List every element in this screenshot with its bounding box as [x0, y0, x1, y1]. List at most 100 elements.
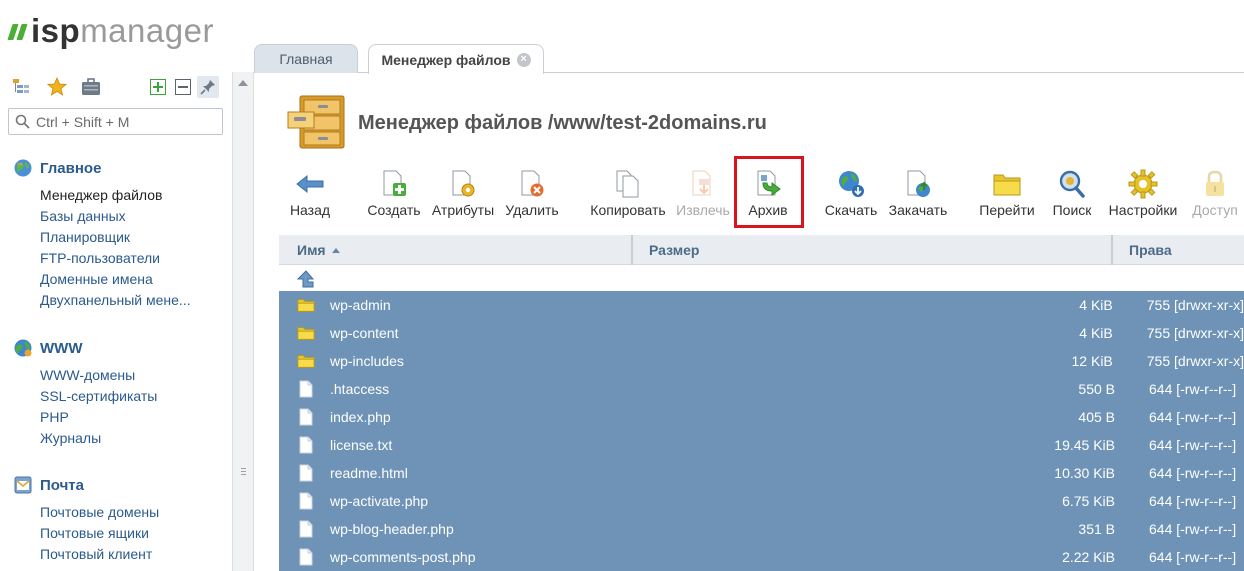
access-button[interactable]: Доступ: [1190, 168, 1240, 224]
expand-all-icon[interactable]: [147, 76, 169, 98]
upload-button[interactable]: Закачать: [888, 168, 948, 224]
nav-head-main[interactable]: Главное: [12, 157, 191, 179]
download-button[interactable]: Скачать: [824, 168, 878, 224]
copy-button[interactable]: Копировать: [590, 168, 666, 224]
file-name: .htaccess: [330, 381, 390, 397]
menu-tree-icon[interactable]: [10, 76, 32, 98]
file-permissions: 644 [-rw-r--r--]: [1149, 549, 1237, 565]
mail-icon: [12, 474, 34, 496]
tab-file-manager[interactable]: Менеджер файлов ×: [368, 44, 544, 74]
nav-item-databases[interactable]: Базы данных: [40, 206, 191, 227]
file-table: Имя Размер Права wp-admin 4 KiB 755 [drwxr…: [279, 235, 1244, 571]
nav-item-mailboxes[interactable]: Почтовые ящики: [40, 523, 159, 544]
nav-item-scheduler[interactable]: Планировщик: [40, 227, 191, 248]
upload-label: Закачать: [888, 202, 948, 218]
nav-head-mail[interactable]: Почта: [12, 474, 159, 496]
attributes-label: Атрибуты: [431, 202, 495, 218]
pin-icon[interactable]: [197, 76, 219, 98]
nav-item-file-manager[interactable]: Менеджер файлов: [40, 185, 191, 206]
collapse-all-icon[interactable]: [172, 76, 194, 98]
file-size: 550 B: [1078, 381, 1115, 397]
search-button[interactable]: Поиск: [1050, 168, 1094, 224]
sort-ascending-icon: [331, 248, 340, 253]
table-row[interactable]: wp-comments-post.php 2.22 KiB 644 [-rw-r--…: [279, 543, 1244, 571]
scroll-up-arrow-icon[interactable]: [238, 80, 248, 86]
download-globe-icon: [835, 168, 867, 200]
table-header: Имя Размер Права: [279, 235, 1244, 265]
file-name: index.php: [330, 409, 391, 425]
nav-item-www-domains[interactable]: WWW-домены: [40, 365, 157, 386]
file-permissions: 644 [-rw-r--r--]: [1149, 409, 1237, 425]
nav-head-label: WWW: [40, 339, 83, 357]
goto-button[interactable]: Перейти: [978, 168, 1036, 224]
file-icon: [297, 436, 315, 454]
nav-item-php[interactable]: PHP: [40, 407, 157, 428]
table-row[interactable]: index.php 405 B 644 [-rw-r--r--]: [279, 403, 1244, 431]
dashboard-briefcase-icon[interactable]: [80, 76, 102, 98]
file-attributes-icon: [447, 168, 479, 200]
table-row[interactable]: wp-blog-header.php 351 B 644 [-rw-r--r--]: [279, 515, 1244, 543]
column-header-name[interactable]: Имя: [279, 235, 633, 265]
create-button[interactable]: Создать: [366, 168, 422, 224]
nav-item-dual-panel-manager[interactable]: Двухпанельный мене...: [40, 290, 191, 311]
back-arrow-icon: [294, 168, 326, 200]
lock-icon: [1199, 168, 1231, 200]
folder-icon: [297, 296, 315, 314]
file-icon: [297, 520, 315, 538]
nav-head-label: Почта: [40, 476, 84, 494]
logo-text-isp: isp: [31, 11, 81, 49]
search-input[interactable]: [36, 113, 216, 130]
table-row[interactable]: wp-content 4 KiB 755 [drwxr-xr-x]: [279, 319, 1244, 347]
table-row[interactable]: wp-includes 12 KiB 755 [drwxr-xr-x]: [279, 347, 1244, 375]
nav-item-mail-domains[interactable]: Почтовые домены: [40, 502, 159, 523]
favorites-star-icon[interactable]: [46, 76, 68, 98]
table-row[interactable]: wp-admin 4 KiB 755 [drwxr-xr-x]: [279, 291, 1244, 319]
panel-resize-grip[interactable]: [241, 468, 246, 477]
delete-button[interactable]: Удалить: [504, 168, 560, 224]
folder-icon: [297, 324, 315, 342]
search-icon: [15, 114, 30, 129]
nav-head-label: Главное: [40, 159, 102, 177]
menu-search-field[interactable]: [8, 108, 223, 135]
search-label: Поиск: [1052, 202, 1092, 218]
file-cabinet-icon: [286, 94, 348, 152]
file-permissions: 644 [-rw-r--r--]: [1149, 465, 1237, 481]
nav-head-www[interactable]: WWW: [12, 337, 157, 359]
magnifier-icon: [1056, 168, 1088, 200]
nav-item-domain-names[interactable]: Доменные имена: [40, 269, 191, 290]
left-panel-toolbar: [10, 74, 223, 98]
tab-label: Главная: [279, 51, 333, 67]
isp-manager-logo: ispmanager: [7, 10, 214, 50]
file-size: 6.75 KiB: [1062, 493, 1115, 509]
table-row[interactable]: readme.html 10.30 KiB 644 [-rw-r--r--]: [279, 459, 1244, 487]
nav-item-mail-client[interactable]: Почтовый клиент: [40, 544, 159, 565]
table-row[interactable]: license.txt 19.45 KiB 644 [-rw-r--r--]: [279, 431, 1244, 459]
file-permissions: 644 [-rw-r--r--]: [1149, 437, 1237, 453]
nav-item-ftp-users[interactable]: FTP-пользователи: [40, 248, 191, 269]
file-name: wp-includes: [330, 353, 404, 369]
delete-file-icon: [516, 168, 548, 200]
tab-home[interactable]: Главная: [254, 44, 358, 73]
settings-button[interactable]: Настройки: [1108, 168, 1178, 224]
table-row[interactable]: .htaccess 550 B 644 [-rw-r--r--]: [279, 375, 1244, 403]
file-icon: [297, 380, 315, 398]
logo-mark-icon: [7, 24, 28, 40]
nav-item-logs[interactable]: Журналы: [40, 428, 157, 449]
delete-label: Удалить: [505, 202, 559, 218]
left-panel-scrollbar[interactable]: [232, 72, 254, 571]
access-label: Доступ: [1192, 202, 1238, 218]
archive-highlight-box: [734, 156, 804, 228]
attributes-button[interactable]: Атрибуты: [432, 168, 494, 224]
extract-button[interactable]: Извлечь: [676, 168, 730, 224]
column-header-size[interactable]: Размер: [633, 235, 1113, 265]
close-tab-icon[interactable]: ×: [516, 52, 531, 67]
column-header-permissions[interactable]: Права: [1113, 235, 1244, 265]
table-row[interactable]: wp-activate.php 6.75 KiB 644 [-rw-r--r--]: [279, 487, 1244, 515]
file-name: wp-admin: [330, 297, 391, 313]
parent-directory-row[interactable]: [279, 265, 1244, 291]
back-button[interactable]: Назад: [288, 168, 332, 224]
column-header-label: Права: [1129, 242, 1172, 258]
copy-icon: [612, 168, 644, 200]
file-name: license.txt: [330, 437, 393, 453]
nav-item-ssl-certificates[interactable]: SSL-сертификаты: [40, 386, 157, 407]
